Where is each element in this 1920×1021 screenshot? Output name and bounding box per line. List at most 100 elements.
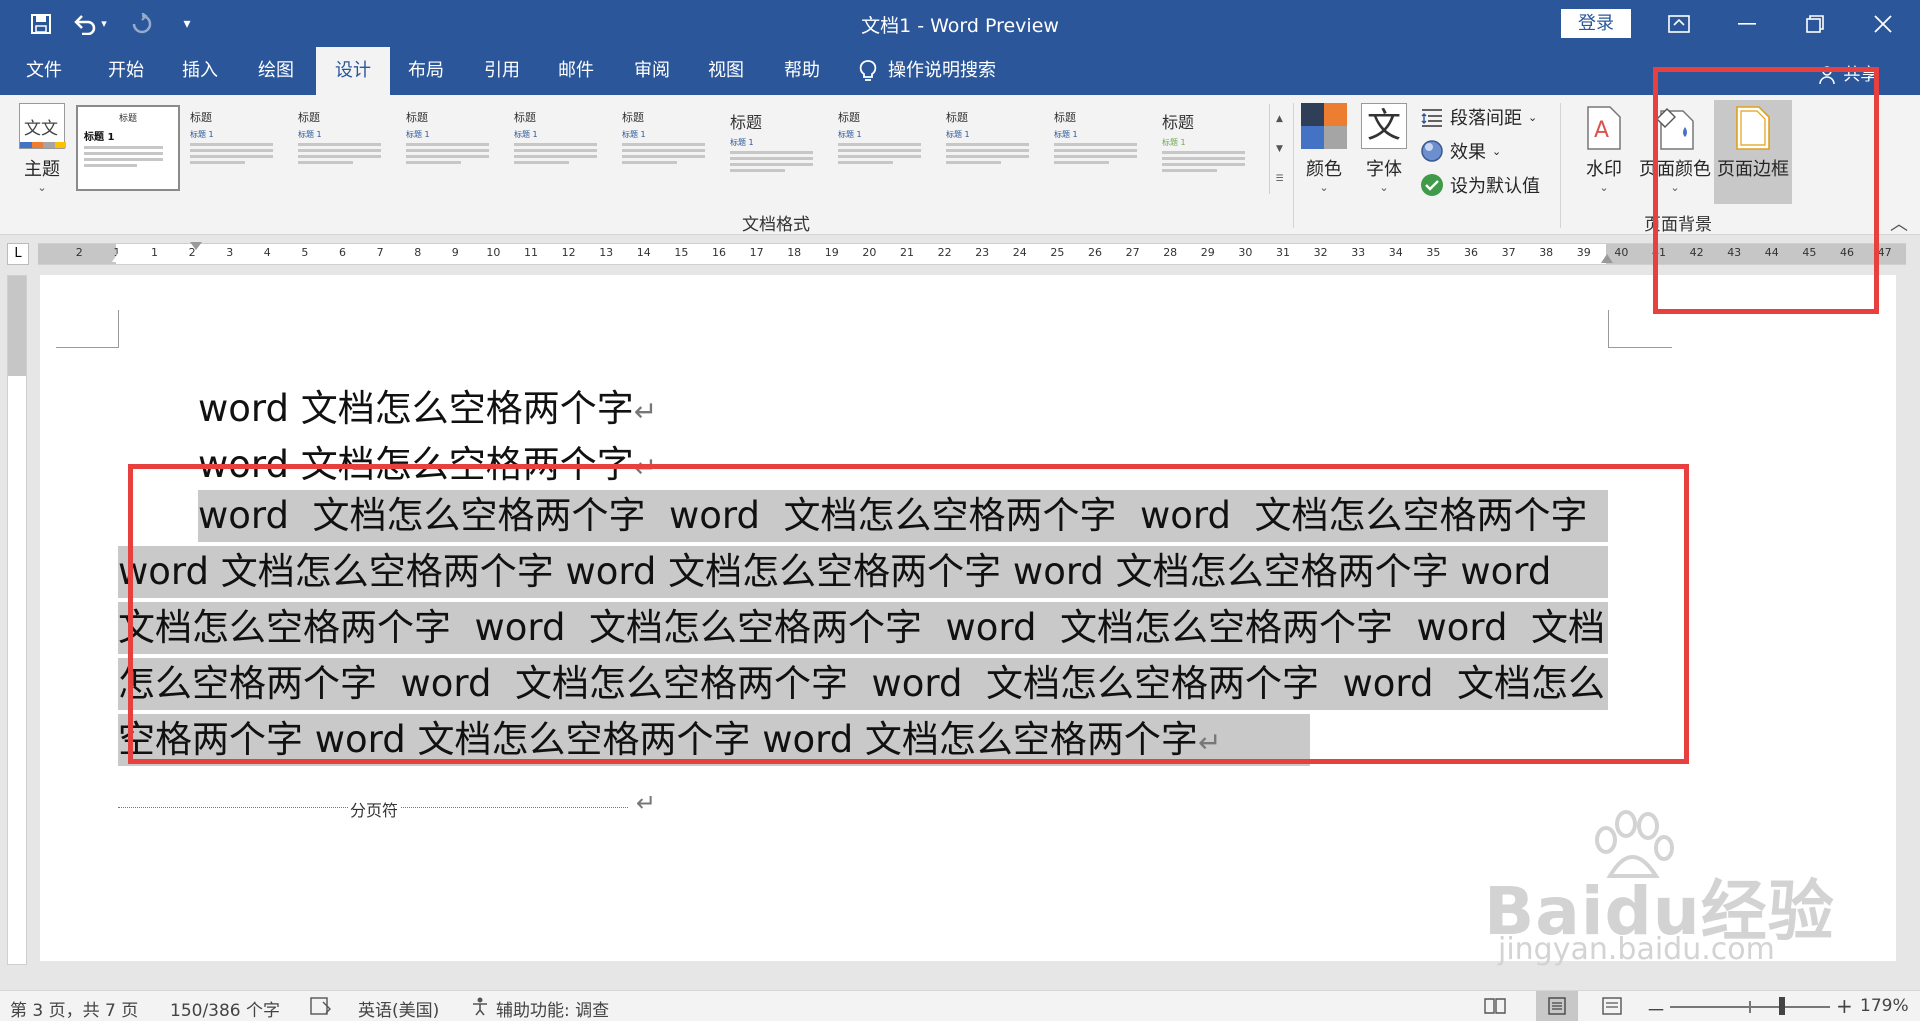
paragraph-spacing-icon bbox=[1421, 109, 1442, 127]
style-thumb-heading: 标题 1 bbox=[514, 130, 538, 139]
style-set-thumbnail[interactable]: 标题 标题 1 bbox=[400, 105, 504, 191]
save-icon[interactable] bbox=[22, 0, 60, 47]
restore-icon[interactable] bbox=[1780, 0, 1850, 47]
accessibility-status[interactable]: 辅助功能: 调查 bbox=[496, 996, 609, 1021]
svg-text:A: A bbox=[1594, 118, 1609, 143]
baidu-watermark: Baidu经验 jingyan.baidu.com bbox=[1470, 810, 1870, 967]
colors-button[interactable]: 颜色 ⌄ bbox=[1298, 103, 1350, 194]
themes-button[interactable]: 文文 主题 ⌄ bbox=[14, 103, 70, 194]
close-icon[interactable] bbox=[1848, 0, 1918, 47]
right-indent-marker[interactable] bbox=[1601, 254, 1613, 263]
ruler-number: 16 bbox=[712, 246, 726, 259]
login-button[interactable]: 登录 bbox=[1561, 9, 1631, 38]
style-set-thumbnail[interactable]: 标题 标题 1 bbox=[832, 105, 936, 191]
gallery-up-icon[interactable]: ▲ bbox=[1270, 104, 1289, 134]
tab-design[interactable]: 设计 bbox=[316, 47, 390, 95]
left-indent-marker[interactable] bbox=[112, 253, 124, 262]
vertical-ruler[interactable] bbox=[7, 275, 27, 965]
zoom-slider-thumb[interactable] bbox=[1779, 997, 1785, 1015]
redo-icon[interactable] bbox=[124, 0, 160, 47]
style-set-gallery: 标题 标题 1 标题 标题 1 标题 标题 1 标题 标题 1 标题 标题 1 标题 标题 1 标题 标题… bbox=[76, 105, 1271, 191]
ruler-number: 23 bbox=[975, 246, 990, 259]
style-set-thumbnail[interactable]: 标题 标题 1 bbox=[1156, 105, 1260, 191]
style-thumb-heading: 标题 1 bbox=[84, 132, 115, 143]
style-thumb-title: 标题 bbox=[730, 113, 763, 132]
print-layout-icon[interactable] bbox=[1536, 991, 1578, 1021]
tab-insert[interactable]: 插入 bbox=[172, 47, 228, 95]
style-thumb-title: 标题 bbox=[946, 111, 968, 124]
page-info[interactable]: 第 3 页，共 7 页 bbox=[10, 996, 138, 1021]
zoom-level[interactable]: 179% bbox=[1860, 996, 1909, 1016]
undo-icon[interactable]: ▾ bbox=[68, 0, 112, 47]
tab-mailings[interactable]: 邮件 bbox=[548, 47, 604, 95]
ruler-number: 27 bbox=[1125, 246, 1140, 259]
style-set-thumbnail[interactable]: 标题 标题 1 bbox=[76, 105, 180, 191]
style-set-thumbnail[interactable]: 标题标题 1 bbox=[940, 105, 1044, 191]
style-thumb-preview-lines bbox=[622, 143, 714, 164]
gallery-more-icon[interactable]: ☰ bbox=[1270, 164, 1289, 194]
ruler-number: 37 bbox=[1501, 246, 1516, 259]
customize-icon[interactable]: ▾ bbox=[172, 0, 202, 47]
style-set-thumbnail[interactable]: 标题 标题 1 bbox=[292, 105, 396, 191]
tab-home[interactable]: 开始 bbox=[98, 47, 154, 95]
tab-file[interactable]: 文件 bbox=[16, 47, 72, 95]
first-line-indent-marker[interactable] bbox=[190, 242, 202, 250]
style-thumb-heading: 标题 1 bbox=[946, 130, 970, 139]
zoom-out-button[interactable]: － bbox=[1646, 994, 1666, 1021]
collapse-ribbon-icon[interactable]: ︿ bbox=[1890, 210, 1908, 236]
tab-references[interactable]: 引用 bbox=[474, 47, 530, 95]
minimize-icon[interactable] bbox=[1712, 0, 1782, 47]
watermark-button[interactable]: A 水印 ⌄ bbox=[1576, 105, 1632, 194]
ruler-number: 13 bbox=[599, 246, 614, 259]
effects-icon bbox=[1421, 140, 1443, 162]
style-thumb-heading: 标题 1 bbox=[298, 130, 322, 139]
style-thumb-heading: 标题 1 bbox=[1162, 138, 1186, 147]
style-set-thumbnail[interactable]: 标题 标题 1 bbox=[616, 105, 720, 191]
style-set-thumbnail[interactable]: 标题 标题 1 bbox=[724, 105, 828, 191]
accessibility-icon[interactable] bbox=[470, 996, 490, 1021]
tab-view[interactable]: 视图 bbox=[698, 47, 754, 95]
lightbulb-icon bbox=[859, 60, 877, 81]
paragraph-spacing-button[interactable]: 段落间距 ⌄ bbox=[1420, 104, 1537, 130]
ruler-number: 15 bbox=[674, 246, 689, 259]
read-mode-icon[interactable] bbox=[1484, 997, 1506, 1020]
margin-corner-mark bbox=[1608, 310, 1609, 348]
style-thumb-preview-lines bbox=[190, 143, 282, 164]
ruler-number: 3 bbox=[226, 246, 234, 259]
tab-review[interactable]: 审阅 bbox=[624, 47, 680, 95]
tab-layout[interactable]: 布局 bbox=[398, 47, 454, 95]
language[interactable]: 英语(美国) bbox=[358, 996, 439, 1021]
zoom-slider-center-mark bbox=[1749, 1001, 1751, 1013]
set-as-default-button[interactable]: 设为默认值 bbox=[1420, 172, 1540, 198]
tab-selector[interactable]: L bbox=[7, 243, 29, 265]
tab-help[interactable]: 帮助 bbox=[774, 47, 830, 95]
group-label-document-format: 文档格式 bbox=[742, 215, 810, 235]
chevron-down-icon: ⌄ bbox=[1492, 144, 1502, 158]
tell-me-search[interactable]: 操作说明搜索 bbox=[858, 47, 1018, 95]
colors-icon bbox=[1301, 103, 1347, 149]
ruler-number: 8 bbox=[414, 246, 422, 259]
ribbon-separator bbox=[1293, 103, 1294, 228]
effects-button[interactable]: 效果 ⌄ bbox=[1420, 138, 1501, 164]
fonts-button[interactable]: 文 字体 ⌄ bbox=[1358, 103, 1410, 194]
document-line-1[interactable]: word 文档怎么空格两个字↵ bbox=[198, 378, 657, 432]
web-layout-icon[interactable] bbox=[1602, 997, 1624, 1020]
word-count[interactable]: 150/386 个字 bbox=[170, 996, 280, 1021]
ruler-number: 33 bbox=[1351, 246, 1366, 259]
style-set-thumbnail[interactable]: 标题 标题 1 bbox=[184, 105, 288, 191]
tab-draw[interactable]: 绘图 bbox=[248, 47, 304, 95]
proofing-icon[interactable] bbox=[310, 997, 332, 1020]
horizontal-ruler[interactable]: 2 1 1 2 3 4 5 6 7 8 9 10 11 12 13 14 15 16 17 18 19 20 21 22 23 2… bbox=[38, 242, 1906, 265]
gallery-down-icon[interactable]: ▼ bbox=[1270, 134, 1289, 164]
ribbon-display-icon[interactable] bbox=[1644, 0, 1714, 47]
zoom-in-button[interactable]: + bbox=[1836, 994, 1853, 1018]
style-thumb-preview-lines bbox=[730, 151, 822, 172]
ruler-number: 20 bbox=[862, 246, 877, 259]
window-title: 文档1 - Word Preview bbox=[861, 15, 1059, 37]
chevron-down-icon: ⌄ bbox=[1599, 181, 1609, 194]
zoom-slider[interactable] bbox=[1670, 997, 1830, 1015]
style-set-thumbnail[interactable]: 标题 标题 1 bbox=[508, 105, 612, 191]
style-set-thumbnail[interactable]: 标题 标题 1 bbox=[1048, 105, 1152, 191]
ruler-number: 40 bbox=[1614, 246, 1629, 259]
gallery-scroll[interactable]: ▲ ▼ ☰ bbox=[1269, 104, 1289, 194]
